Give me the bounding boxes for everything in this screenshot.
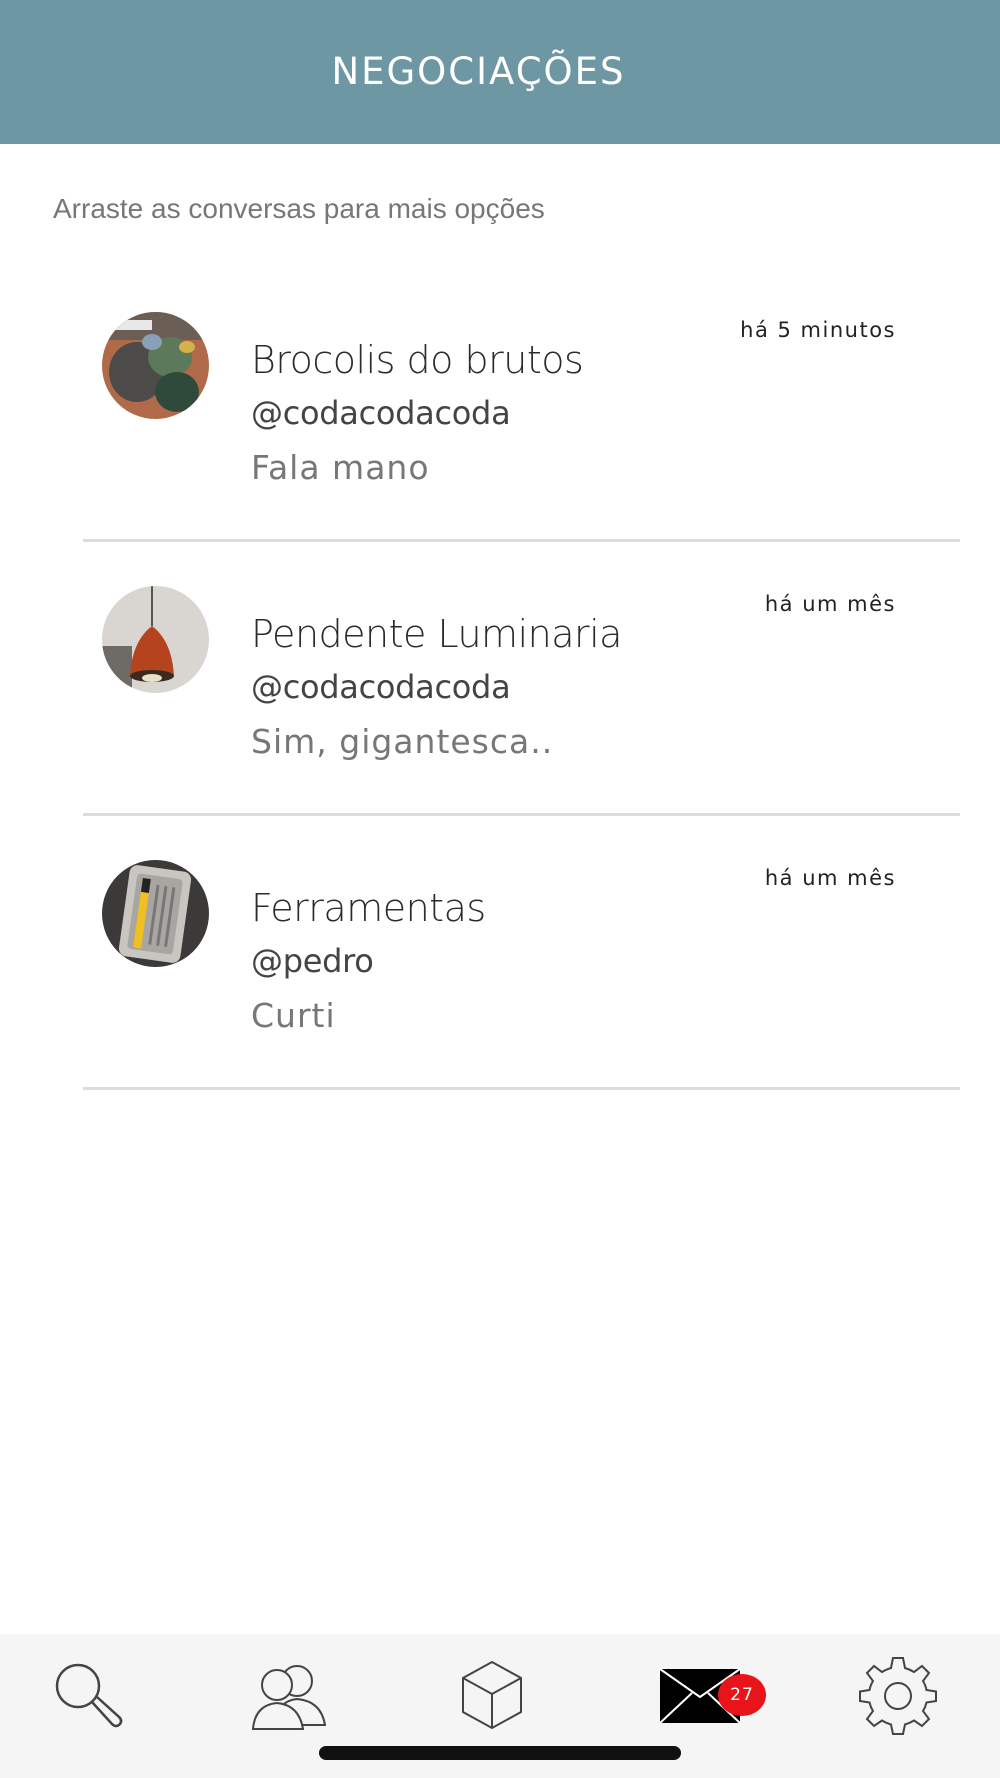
conversation-avatar [102,312,209,419]
conversation-last-message: Sim, gigantesca.. [251,722,554,761]
conversation-item[interactable]: Pendente Luminaria @codacodacoda Sim, gi… [83,542,960,816]
conversation-timestamp: há 5 minutos [740,318,896,342]
unread-count-badge: 27 [718,1674,766,1716]
conversation-last-message: Curti [251,996,336,1035]
conversation-item[interactable]: Ferramentas @pedro Curti há um mês [83,816,960,1090]
conversation-title: Brocolis do brutos [251,338,584,382]
conversation-avatar [102,860,209,967]
tab-settings[interactable] [843,1652,953,1740]
conversation-title: Pendente Luminaria [251,612,622,656]
tab-products[interactable] [437,1652,547,1740]
page-title: NEGOCIAÇÕES [331,50,626,93]
conversation-username: @pedro [251,942,374,980]
conversation-list: Brocolis do brutos @codacodacoda Fala ma… [83,268,960,1090]
conversation-avatar [102,586,209,693]
home-indicator[interactable] [319,1746,681,1760]
conversation-username: @codacodacoda [251,394,511,432]
conversation-title: Ferramentas [251,886,486,930]
tab-users[interactable] [235,1652,345,1740]
header-bar: NEGOCIAÇÕES [0,0,1000,144]
conversation-username: @codacodacoda [251,668,511,706]
search-icon [55,1663,123,1728]
swipe-hint: Arraste as conversas para mais opções [53,193,545,224]
conversation-timestamp: há um mês [764,592,896,616]
conversation-last-message: Fala mano [251,448,430,487]
negotiations-screen: NEGOCIAÇÕES Arraste as conversas para ma… [0,0,1000,1778]
box-icon [462,1660,522,1730]
conversation-timestamp: há um mês [764,866,896,890]
conversation-item[interactable]: Brocolis do brutos @codacodacoda Fala ma… [83,268,960,542]
gear-icon [859,1657,937,1735]
users-icon [251,1665,327,1730]
tab-search[interactable] [33,1652,143,1740]
